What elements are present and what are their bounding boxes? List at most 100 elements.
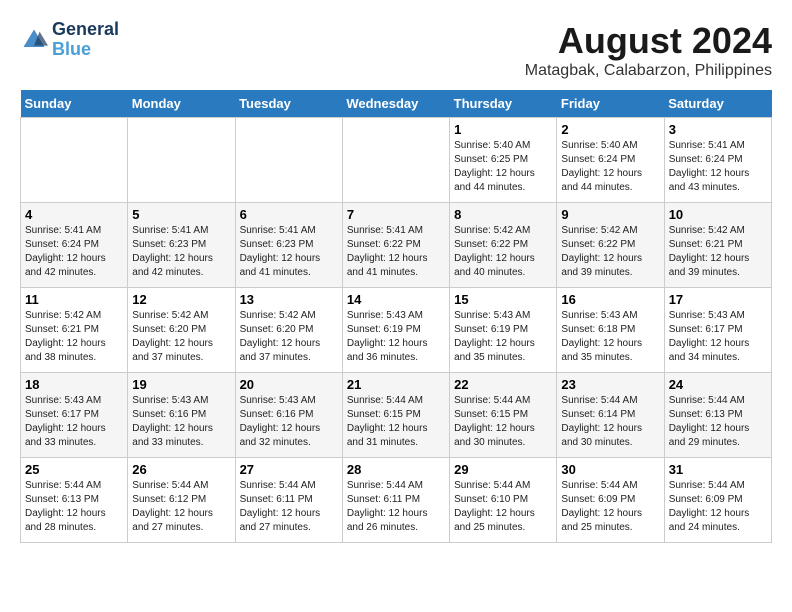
day-number: 3 <box>669 122 767 137</box>
title-section: August 2024 Matagbak, Calabarzon, Philip… <box>525 20 772 80</box>
day-number: 14 <box>347 292 445 307</box>
week-row-0: 1 Sunrise: 5:40 AMSunset: 6:25 PMDaylight… <box>21 118 772 203</box>
day-number: 24 <box>669 377 767 392</box>
day-info: Sunrise: 5:43 AMSunset: 6:19 PMDaylight:… <box>347 309 445 365</box>
day-info: Sunrise: 5:42 AMSunset: 6:20 PMDaylight:… <box>240 309 338 365</box>
calendar-cell: 15 Sunrise: 5:43 AMSunset: 6:19 PMDayligh… <box>450 288 557 373</box>
calendar-table: SundayMondayTuesdayWednesdayThursdayFrid… <box>20 90 772 543</box>
day-info: Sunrise: 5:43 AMSunset: 6:17 PMDaylight:… <box>669 309 767 365</box>
calendar-cell: 14 Sunrise: 5:43 AMSunset: 6:19 PMDayligh… <box>342 288 449 373</box>
calendar-cell: 11 Sunrise: 5:42 AMSunset: 6:21 PMDayligh… <box>21 288 128 373</box>
calendar-cell <box>128 118 235 203</box>
day-info: Sunrise: 5:42 AMSunset: 6:21 PMDaylight:… <box>25 309 123 365</box>
day-info: Sunrise: 5:41 AMSunset: 6:22 PMDaylight:… <box>347 224 445 280</box>
day-info: Sunrise: 5:43 AMSunset: 6:16 PMDaylight:… <box>132 394 230 450</box>
calendar-cell: 1 Sunrise: 5:40 AMSunset: 6:25 PMDaylight… <box>450 118 557 203</box>
day-number: 8 <box>454 207 552 222</box>
week-row-1: 4 Sunrise: 5:41 AMSunset: 6:24 PMDaylight… <box>21 203 772 288</box>
day-info: Sunrise: 5:41 AMSunset: 6:23 PMDaylight:… <box>240 224 338 280</box>
day-number: 28 <box>347 462 445 477</box>
day-number: 15 <box>454 292 552 307</box>
day-number: 25 <box>25 462 123 477</box>
day-info: Sunrise: 5:40 AMSunset: 6:24 PMDaylight:… <box>561 139 659 195</box>
calendar-cell: 8Sunrise: 5:42 AMSunset: 6:22 PMDaylight… <box>450 203 557 288</box>
day-number: 5 <box>132 207 230 222</box>
subtitle: Matagbak, Calabarzon, Philippines <box>525 62 772 80</box>
day-number: 22 <box>454 377 552 392</box>
header-cell-monday: Monday <box>128 90 235 118</box>
calendar-cell <box>342 118 449 203</box>
calendar-cell: 26Sunrise: 5:44 AMSunset: 6:12 PMDayligh… <box>128 458 235 543</box>
day-info: Sunrise: 5:42 AMSunset: 6:21 PMDaylight:… <box>669 224 767 280</box>
calendar-cell: 3 Sunrise: 5:41 AMSunset: 6:24 PMDaylight… <box>664 118 771 203</box>
calendar-cell: 5 Sunrise: 5:41 AMSunset: 6:23 PMDaylight… <box>128 203 235 288</box>
calendar-cell: 6 Sunrise: 5:41 AMSunset: 6:23 PMDaylight… <box>235 203 342 288</box>
calendar-cell: 24Sunrise: 5:44 AMSunset: 6:13 PMDayligh… <box>664 373 771 458</box>
calendar-cell: 13 Sunrise: 5:42 AMSunset: 6:20 PMDayligh… <box>235 288 342 373</box>
day-number: 29 <box>454 462 552 477</box>
day-info: Sunrise: 5:44 AMSunset: 6:10 PMDaylight:… <box>454 479 552 535</box>
header-row: SundayMondayTuesdayWednesdayThursdayFrid… <box>21 90 772 118</box>
day-info: Sunrise: 5:44 AMSunset: 6:13 PMDaylight:… <box>25 479 123 535</box>
calendar-cell: 25 Sunrise: 5:44 AMSunset: 6:13 PMDayligh… <box>21 458 128 543</box>
calendar-cell: 30 Sunrise: 5:44 AMSunset: 6:09 PMDayligh… <box>557 458 664 543</box>
week-row-2: 11 Sunrise: 5:42 AMSunset: 6:21 PMDayligh… <box>21 288 772 373</box>
logo-line1: General <box>52 20 119 40</box>
day-number: 4 <box>25 207 123 222</box>
day-number: 11 <box>25 292 123 307</box>
calendar-cell: 7Sunrise: 5:41 AMSunset: 6:22 PMDaylight… <box>342 203 449 288</box>
day-number: 9 <box>561 207 659 222</box>
day-number: 30 <box>561 462 659 477</box>
header-cell-saturday: Saturday <box>664 90 771 118</box>
calendar-cell: 29 Sunrise: 5:44 AMSunset: 6:10 PMDayligh… <box>450 458 557 543</box>
day-number: 21 <box>347 377 445 392</box>
day-info: Sunrise: 5:44 AMSunset: 6:14 PMDaylight:… <box>561 394 659 450</box>
day-number: 31 <box>669 462 767 477</box>
day-info: Sunrise: 5:42 AMSunset: 6:20 PMDaylight:… <box>132 309 230 365</box>
day-number: 10 <box>669 207 767 222</box>
day-info: Sunrise: 5:43 AMSunset: 6:19 PMDaylight:… <box>454 309 552 365</box>
day-info: Sunrise: 5:44 AMSunset: 6:09 PMDaylight:… <box>561 479 659 535</box>
day-info: Sunrise: 5:41 AMSunset: 6:23 PMDaylight:… <box>132 224 230 280</box>
day-number: 17 <box>669 292 767 307</box>
logo-line2: Blue <box>52 39 91 59</box>
header-cell-sunday: Sunday <box>21 90 128 118</box>
calendar-cell: 27 Sunrise: 5:44 AMSunset: 6:11 PMDayligh… <box>235 458 342 543</box>
day-number: 23 <box>561 377 659 392</box>
logo-icon <box>20 26 48 54</box>
day-number: 27 <box>240 462 338 477</box>
calendar-cell: 9Sunrise: 5:42 AMSunset: 6:22 PMDaylight… <box>557 203 664 288</box>
day-info: Sunrise: 5:40 AMSunset: 6:25 PMDaylight:… <box>454 139 552 195</box>
day-info: Sunrise: 5:44 AMSunset: 6:09 PMDaylight:… <box>669 479 767 535</box>
calendar-cell: 16 Sunrise: 5:43 AMSunset: 6:18 PMDayligh… <box>557 288 664 373</box>
day-number: 19 <box>132 377 230 392</box>
calendar-cell: 22Sunrise: 5:44 AMSunset: 6:15 PMDayligh… <box>450 373 557 458</box>
header-cell-friday: Friday <box>557 90 664 118</box>
day-number: 6 <box>240 207 338 222</box>
calendar-cell: 2 Sunrise: 5:40 AMSunset: 6:24 PMDaylight… <box>557 118 664 203</box>
calendar-cell: 23 Sunrise: 5:44 AMSunset: 6:14 PMDayligh… <box>557 373 664 458</box>
day-number: 13 <box>240 292 338 307</box>
calendar-cell: 20Sunrise: 5:43 AMSunset: 6:16 PMDayligh… <box>235 373 342 458</box>
calendar-cell: 19 Sunrise: 5:43 AMSunset: 6:16 PMDayligh… <box>128 373 235 458</box>
day-info: Sunrise: 5:44 AMSunset: 6:11 PMDaylight:… <box>240 479 338 535</box>
day-number: 1 <box>454 122 552 137</box>
day-info: Sunrise: 5:43 AMSunset: 6:16 PMDaylight:… <box>240 394 338 450</box>
calendar-cell: 10 Sunrise: 5:42 AMSunset: 6:21 PMDayligh… <box>664 203 771 288</box>
day-number: 12 <box>132 292 230 307</box>
day-info: Sunrise: 5:41 AMSunset: 6:24 PMDaylight:… <box>669 139 767 195</box>
week-row-3: 18Sunrise: 5:43 AMSunset: 6:17 PMDayligh… <box>21 373 772 458</box>
calendar-cell: 31 Sunrise: 5:44 AMSunset: 6:09 PMDayligh… <box>664 458 771 543</box>
day-info: Sunrise: 5:41 AMSunset: 6:24 PMDaylight:… <box>25 224 123 280</box>
day-info: Sunrise: 5:43 AMSunset: 6:18 PMDaylight:… <box>561 309 659 365</box>
day-number: 2 <box>561 122 659 137</box>
calendar-cell: 17 Sunrise: 5:43 AMSunset: 6:17 PMDayligh… <box>664 288 771 373</box>
calendar-cell: 18Sunrise: 5:43 AMSunset: 6:17 PMDayligh… <box>21 373 128 458</box>
header-cell-thursday: Thursday <box>450 90 557 118</box>
calendar-cell <box>21 118 128 203</box>
day-info: Sunrise: 5:44 AMSunset: 6:12 PMDaylight:… <box>132 479 230 535</box>
header-cell-tuesday: Tuesday <box>235 90 342 118</box>
calendar-cell: 4 Sunrise: 5:41 AMSunset: 6:24 PMDaylight… <box>21 203 128 288</box>
day-number: 16 <box>561 292 659 307</box>
main-title: August 2024 <box>525 20 772 62</box>
